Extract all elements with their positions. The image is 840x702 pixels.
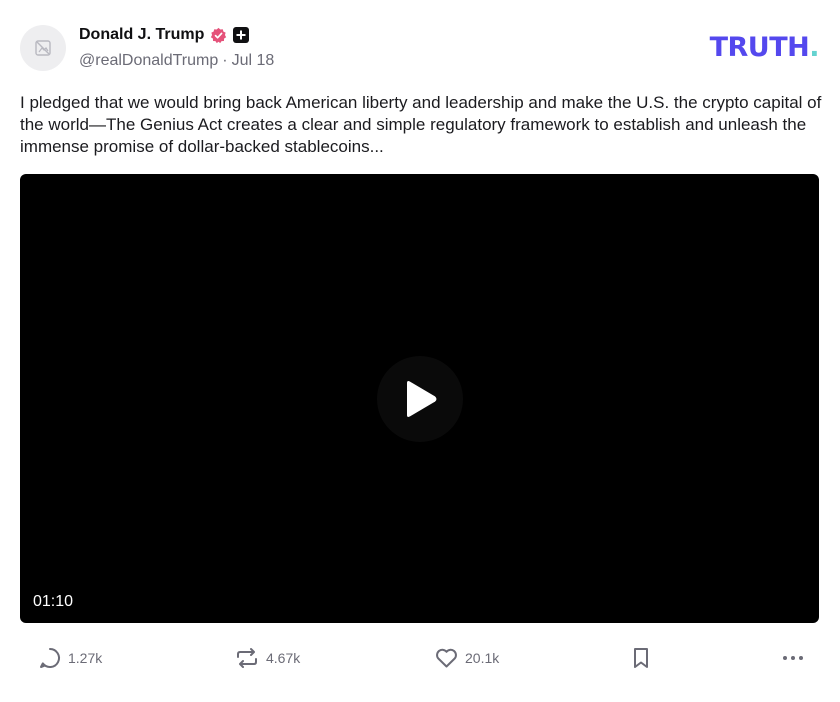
logo-text: TRUTH <box>709 32 810 63</box>
repost-count: 4.67k <box>266 650 301 666</box>
reply-count: 1.27k <box>68 650 103 666</box>
post-text: I pledged that we would bring back Ameri… <box>20 93 822 156</box>
post-date[interactable]: Jul 18 <box>232 52 275 70</box>
author-handle[interactable]: @realDonaldTrump <box>79 52 218 70</box>
video-duration: 01:10 <box>33 593 74 610</box>
like-button[interactable]: 20.1k <box>434 641 499 675</box>
image-placeholder-icon <box>35 40 51 56</box>
author-meta: @realDonaldTrump · Jul 18 <box>79 52 274 70</box>
play-icon <box>407 381 437 417</box>
comment-icon <box>40 648 60 668</box>
like-count: 20.1k <box>465 650 500 666</box>
truth-logo[interactable]: TRUTH. <box>709 32 820 63</box>
bookmark-icon <box>634 648 648 668</box>
meta-separator: · <box>222 52 228 69</box>
avatar[interactable] <box>20 25 66 71</box>
post-actions: 1.27k 4.67k 20.1k <box>0 641 840 675</box>
repost-icon <box>237 648 257 668</box>
heart-icon <box>436 648 457 668</box>
more-icon <box>783 656 803 660</box>
video-player[interactable]: 01:10 <box>20 174 819 623</box>
bookmark-button[interactable] <box>630 641 652 675</box>
logo-dot: . <box>809 32 819 63</box>
play-button[interactable] <box>377 356 463 442</box>
author-name-row: Donald J. Trump <box>79 24 250 46</box>
more-button[interactable] <box>781 641 805 675</box>
plus-badge-icon <box>233 27 250 43</box>
repost-button[interactable]: 4.67k <box>234 641 300 675</box>
author-display-name[interactable]: Donald J. Trump <box>79 26 204 44</box>
reply-button[interactable]: 1.27k <box>38 641 102 675</box>
verified-badge-icon <box>211 27 227 43</box>
